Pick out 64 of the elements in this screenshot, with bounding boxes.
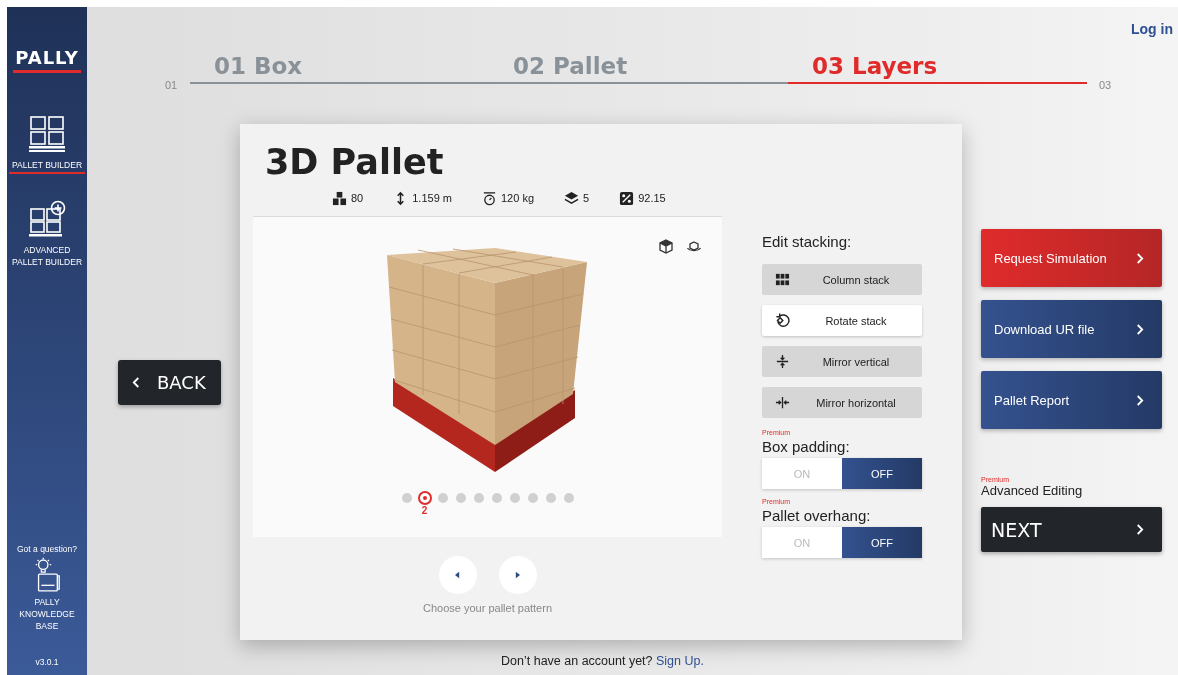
login-link[interactable]: Log in — [1131, 21, 1173, 37]
back-button[interactable]: BACK — [118, 360, 221, 405]
action-button[interactable]: Request Simulation — [981, 229, 1162, 287]
scale-icon — [482, 191, 497, 206]
pattern-dot[interactable] — [473, 493, 484, 503]
sidebar-item[interactable]: ADVANCED PALLET BUILDER — [9, 244, 85, 271]
pattern-dot[interactable] — [563, 493, 574, 503]
layers-icon — [564, 191, 580, 206]
mirror-vertical-icon — [775, 354, 790, 369]
stat-value: 1.159 m — [412, 191, 452, 206]
pattern-dot[interactable] — [401, 493, 412, 503]
stacking-button[interactable]: Mirror vertical — [762, 346, 922, 377]
pattern-dot[interactable] — [437, 493, 448, 503]
boxes-icon — [332, 191, 347, 206]
action-button[interactable]: Pallet Report — [981, 371, 1162, 429]
pallet-add-icon[interactable] — [27, 200, 67, 238]
chevron-left-icon — [132, 376, 141, 389]
pattern-dot[interactable] — [455, 493, 466, 503]
sidebar-item[interactable]: PALLET BUILDER — [9, 159, 85, 174]
step-tab[interactable]: 03 Layers — [788, 53, 1087, 84]
pattern-dot[interactable] — [527, 493, 538, 503]
knowledge-base-link[interactable]: PALLY KNOWLEDGE BASE — [17, 596, 77, 632]
toggle-option[interactable]: OFF — [842, 458, 922, 489]
pattern-dot[interactable] — [509, 493, 520, 503]
triangle-left-icon — [455, 571, 460, 579]
grid-icon — [775, 272, 790, 287]
stat-value: 80 — [351, 191, 364, 206]
previous-button[interactable] — [438, 556, 477, 594]
logo[interactable]: PALLY — [13, 47, 81, 73]
signup-prompt: Don’t have an account yet? Sign Up. — [500, 654, 705, 668]
toggle-option[interactable]: OFF — [842, 527, 922, 558]
advanced-editing-label: Advanced Editing — [981, 484, 1084, 498]
version-text: v3.0.1 — [35, 657, 59, 667]
setting-label: Box padding: — [762, 437, 851, 456]
stat-value: 92.15 — [638, 191, 666, 206]
setting-label: Pallet overhang: — [762, 506, 872, 525]
mirror-horizontal-icon — [775, 395, 790, 410]
step-number: 01 — [165, 79, 179, 91]
section-title: Edit stacking: — [762, 232, 853, 252]
signup-link[interactable]: Sign Up. — [656, 654, 704, 668]
caption-text: Choose your pallet pattern — [423, 602, 552, 614]
pallet-boxes-icon[interactable] — [27, 115, 67, 153]
stat-value: 120 kg — [501, 191, 535, 206]
stacking-button[interactable]: Column stack — [762, 264, 922, 295]
chevron-right-icon — [1135, 523, 1144, 536]
chevron-right-icon — [1135, 322, 1144, 336]
next-button[interactable]: NEXT — [981, 507, 1162, 552]
pattern-dot[interactable] — [545, 493, 556, 503]
chevron-right-icon — [1135, 393, 1144, 407]
next-pattern-button[interactable] — [498, 556, 537, 594]
stat-value: 5 — [583, 191, 590, 206]
triangle-right-icon — [515, 571, 520, 579]
percent-icon — [619, 191, 635, 206]
card-title: 3D Pallet — [264, 141, 445, 183]
pattern-dot[interactable] — [419, 493, 430, 503]
stacking-button[interactable]: Mirror horizontal — [762, 387, 922, 418]
step-number: 03 — [1099, 79, 1113, 91]
help-text: Got a question? — [17, 544, 77, 554]
rotate-icon — [775, 313, 790, 328]
stacking-button[interactable]: Rotate stack — [762, 305, 922, 336]
pattern-dot[interactable] — [491, 493, 502, 503]
action-button[interactable]: Download UR file — [981, 300, 1162, 358]
chevron-right-icon — [1135, 251, 1144, 265]
pattern-number: 2 — [421, 505, 428, 517]
